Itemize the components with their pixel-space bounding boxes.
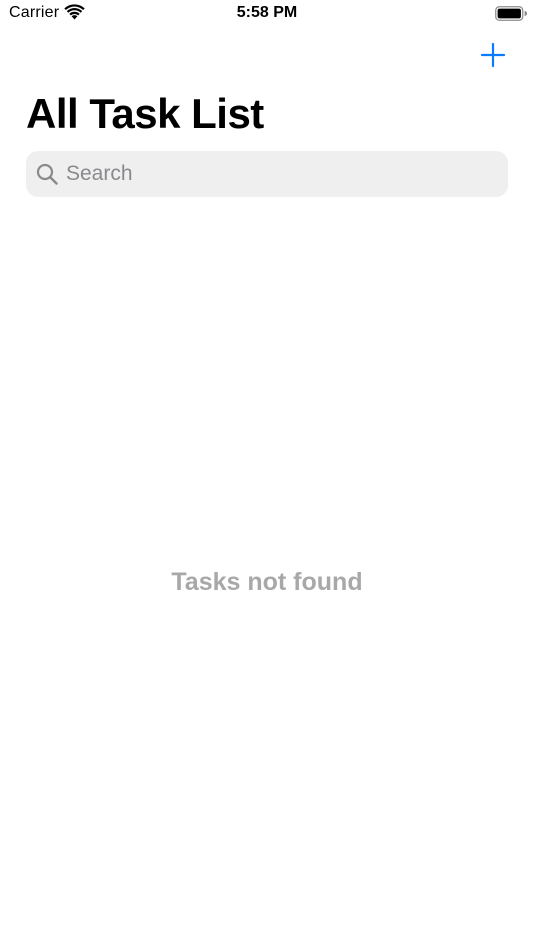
search-bar[interactable] [26, 151, 508, 197]
empty-state-message: Tasks not found [171, 568, 363, 596]
battery-icon [495, 6, 527, 21]
page-title: All Task List [26, 90, 264, 137]
search-input[interactable] [64, 151, 496, 197]
status-bar: Carrier 5:58 PM [0, 0, 534, 28]
status-time: 5:58 PM [236, 4, 298, 21]
plus-icon [480, 42, 506, 68]
add-task-button[interactable] [478, 40, 508, 70]
task-list-screen: Carrier 5:58 PM All Task List Tasks not … [0, 0, 534, 950]
search-icon [36, 163, 58, 185]
